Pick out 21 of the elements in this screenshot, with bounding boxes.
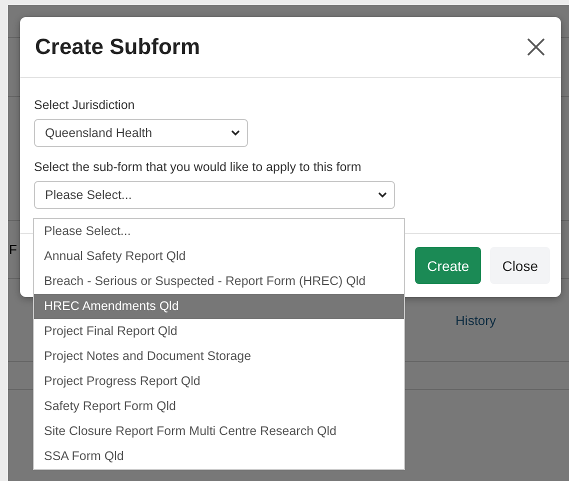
dropdown-option[interactable]: Please Select...	[34, 219, 404, 244]
select-field[interactable]: Please Select...	[34, 181, 395, 209]
dropdown-option[interactable]: Project Progress Report Qld	[34, 369, 404, 394]
select-field[interactable]: Queensland Health	[34, 119, 248, 147]
close-button[interactable]: Close	[490, 247, 550, 284]
dropdown-option[interactable]: Project Final Report Qld	[34, 319, 404, 344]
dropdown-option[interactable]: Project Notes and Document Storage	[34, 344, 404, 369]
field-label: Select the sub-form that you would like to apply to this form	[34, 160, 362, 174]
chevron-icon	[378, 192, 387, 198]
dropdown-option[interactable]: HREC Amendments Qld	[34, 294, 404, 319]
chevron-icon	[231, 130, 240, 136]
close-icon[interactable]	[527, 38, 545, 56]
column-header: F	[9, 242, 17, 257]
dropdown-option[interactable]: Site Closure Report Form Multi Centre Research Qld	[34, 419, 404, 444]
dropdown-option[interactable]: SSA Form Qld	[34, 444, 404, 469]
field-label: Select Jurisdiction	[34, 98, 136, 112]
dropdown-option[interactable]: Safety Report Form Qld	[34, 394, 404, 419]
dropdown-option[interactable]: Breach - Serious or Suspected - Report Form (HREC) Qld	[34, 269, 404, 294]
create-button[interactable]: Create	[415, 247, 482, 284]
dropdown-option[interactable]: Annual Safety Report Qld	[34, 244, 404, 269]
modal-title: Create Subform	[35, 34, 200, 60]
